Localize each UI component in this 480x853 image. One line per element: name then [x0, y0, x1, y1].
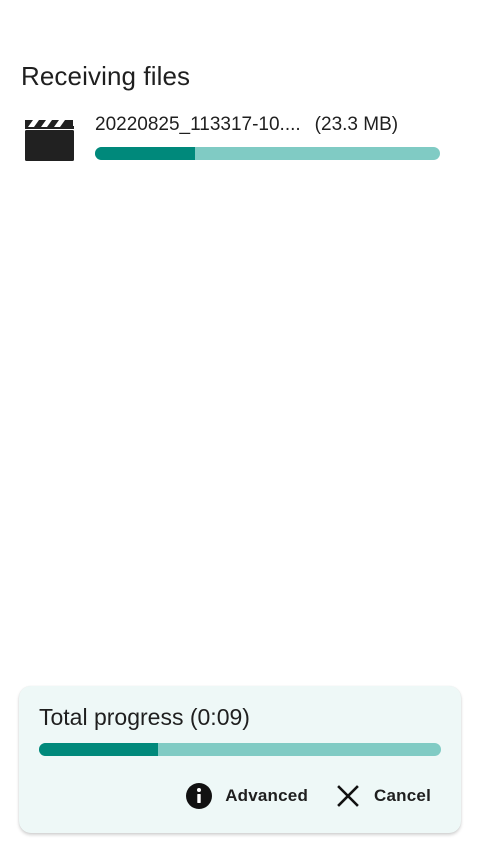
file-name: 20220825_113317-10.... — [95, 114, 301, 135]
cancel-label: Cancel — [374, 786, 431, 805]
file-list-item: 20220825_113317-10.... (23.3 MB) — [22, 110, 442, 170]
page-title: Receiving files — [21, 61, 191, 91]
total-progress-fill — [39, 743, 158, 756]
total-progress-label: Total progress (0:09) — [39, 704, 250, 730]
file-progress-fill — [95, 147, 196, 160]
cancel-button[interactable]: Cancel — [334, 781, 431, 811]
total-progress-card: Total progress (0:09) Advanced Cancel — [19, 686, 461, 833]
advanced-label: Advanced — [225, 786, 309, 805]
file-progress-bar — [95, 147, 440, 160]
file-size: (23.3 MB) — [314, 114, 399, 135]
file-info: 20220825_113317-10.... (23.3 MB) — [95, 110, 440, 160]
info-icon — [186, 783, 213, 809]
action-bar: Advanced Cancel — [185, 781, 431, 811]
movie-clapperboard-icon — [25, 120, 74, 161]
advanced-button[interactable]: Advanced — [185, 781, 308, 811]
close-icon — [337, 785, 359, 807]
total-progress-bar — [39, 743, 441, 756]
